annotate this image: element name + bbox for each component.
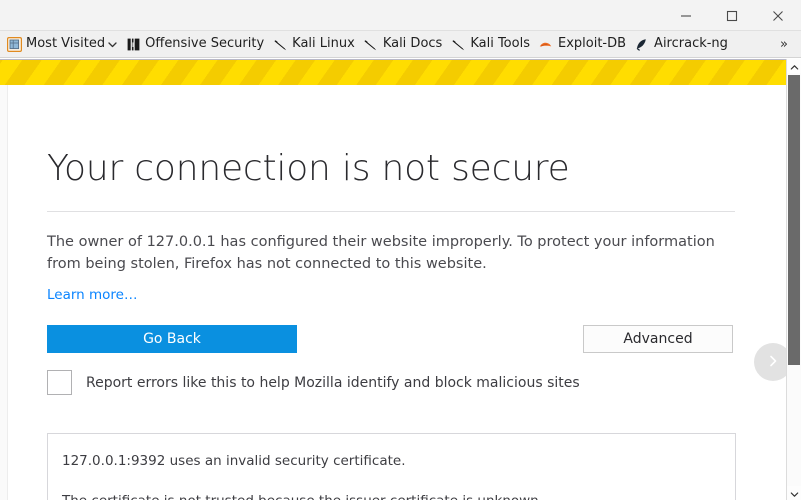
chevron-down-icon bbox=[790, 484, 799, 500]
offensive-security-icon bbox=[125, 36, 141, 52]
minimize-icon bbox=[680, 10, 692, 22]
page-title: Your connection is not secure bbox=[47, 148, 570, 189]
error-description: The owner of 127.0.0.1 has configured th… bbox=[47, 234, 715, 272]
bookmark-offensive-security[interactable]: Offensive Security bbox=[123, 33, 269, 55]
bookmark-kali-docs[interactable]: Kali Docs bbox=[361, 33, 448, 55]
certificate-line-1: 127.0.0.1:9392 uses an invalid security … bbox=[62, 453, 406, 469]
hazard-stripe-banner bbox=[0, 59, 786, 85]
bookmark-most-visited[interactable]: Most Visited bbox=[4, 33, 122, 55]
most-visited-icon bbox=[6, 36, 22, 52]
vertical-scrollbar[interactable] bbox=[786, 59, 801, 500]
close-button[interactable] bbox=[755, 0, 801, 31]
scroll-up-button[interactable] bbox=[787, 59, 801, 73]
scrollbar-thumb[interactable] bbox=[788, 75, 800, 365]
kali-dragon-icon bbox=[363, 36, 379, 52]
bookmarks-toolbar: Most Visited Offensive Security Kali Lin… bbox=[0, 31, 801, 58]
report-errors-checkbox[interactable] bbox=[47, 370, 72, 395]
next-panel-button[interactable] bbox=[754, 343, 786, 381]
bookmark-kali-linux[interactable]: Kali Linux bbox=[270, 33, 360, 55]
learn-more-link[interactable]: Learn more… bbox=[47, 287, 138, 303]
bookmark-exploit-db[interactable]: Exploit-DB bbox=[536, 33, 631, 55]
kali-dragon-icon bbox=[272, 36, 288, 52]
bookmark-label: Exploit-DB bbox=[557, 36, 627, 51]
bookmarks-overflow-button[interactable]: » bbox=[773, 31, 795, 58]
scrollbar-track[interactable] bbox=[787, 73, 801, 486]
bookmark-aircrack-ng[interactable]: Aircrack-ng bbox=[632, 33, 733, 55]
bookmark-label: Kali Linux bbox=[292, 36, 355, 51]
report-errors-row: Report errors like this to help Mozilla … bbox=[47, 370, 580, 395]
maximize-button[interactable] bbox=[709, 0, 755, 31]
title-divider bbox=[47, 211, 735, 212]
go-back-button[interactable]: Go Back bbox=[47, 325, 297, 353]
certificate-line-2: The certificate is not trusted because t… bbox=[62, 493, 543, 500]
bookmark-label: Aircrack-ng bbox=[654, 36, 728, 51]
title-bar bbox=[0, 0, 801, 31]
bookmark-label: Most Visited bbox=[26, 36, 106, 51]
browser-window: Most Visited Offensive Security Kali Lin… bbox=[0, 0, 801, 500]
kali-dragon-icon bbox=[450, 36, 466, 52]
bookmark-kali-tools[interactable]: Kali Tools bbox=[448, 33, 535, 55]
left-gutter bbox=[0, 85, 8, 500]
error-page: Your connection is not secure The owner … bbox=[9, 85, 786, 500]
content-area: Your connection is not secure The owner … bbox=[0, 85, 786, 500]
advanced-button[interactable]: Advanced bbox=[583, 325, 733, 353]
report-errors-label: Report errors like this to help Mozilla … bbox=[86, 374, 580, 391]
window-controls bbox=[663, 0, 801, 31]
bookmark-label: Kali Docs bbox=[382, 36, 443, 51]
close-icon bbox=[772, 10, 784, 22]
certificate-details-panel: 127.0.0.1:9392 uses an invalid security … bbox=[47, 433, 736, 500]
minimize-button[interactable] bbox=[663, 0, 709, 31]
scroll-down-button[interactable] bbox=[787, 486, 801, 500]
bookmark-label: Offensive Security bbox=[145, 36, 265, 51]
maximize-icon bbox=[726, 10, 738, 22]
chevron-down-icon bbox=[108, 40, 117, 49]
chevron-right-icon bbox=[766, 353, 780, 372]
exploit-db-icon bbox=[538, 36, 554, 52]
aircrack-ng-icon bbox=[634, 36, 650, 52]
bookmark-label: Kali Tools bbox=[470, 36, 530, 51]
